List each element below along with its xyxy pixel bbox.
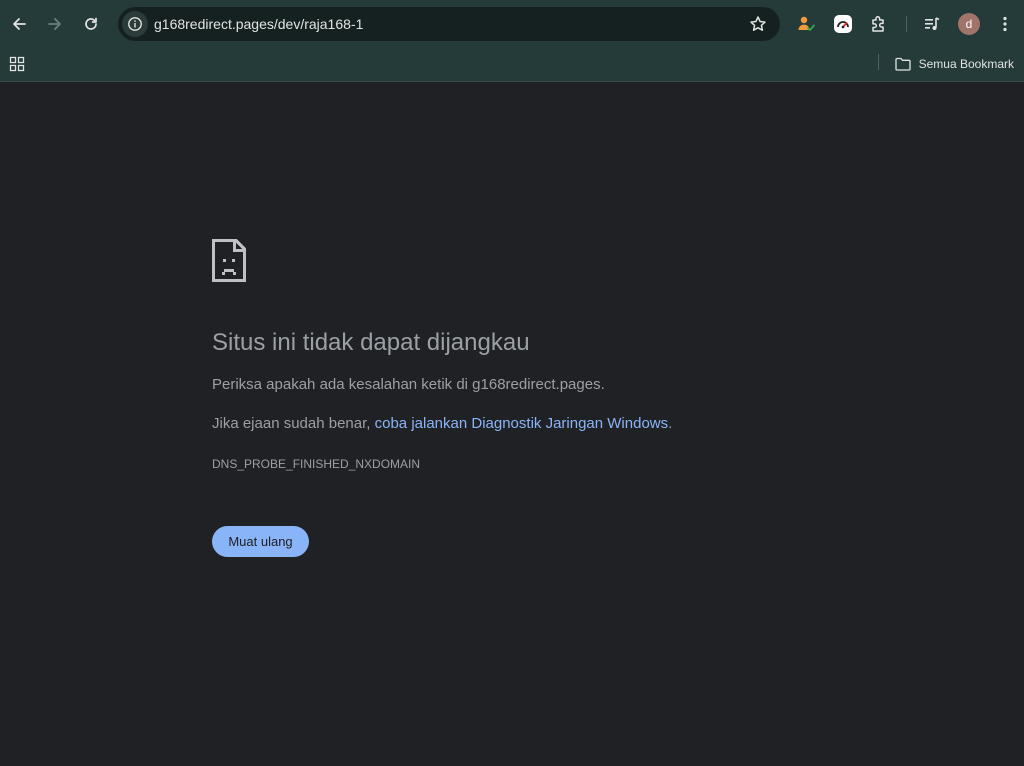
error-hint-suffix: . [668, 415, 673, 432]
all-bookmarks-button[interactable]: Semua Bookmark [894, 52, 1014, 76]
address-bar[interactable]: g168redirect.pages/dev/raja168-1 [118, 7, 780, 41]
person-check-icon [798, 16, 815, 31]
all-bookmarks-label: Semua Bookmark [918, 57, 1014, 71]
kebab-vertical-icon [1003, 16, 1007, 32]
sad-document-icon [212, 239, 246, 282]
star-icon [750, 16, 766, 31]
error-code: DNS_PROBE_FINISHED_NXDOMAIN [212, 457, 421, 471]
refresh-icon [85, 17, 97, 30]
profile-avatar[interactable]: d [958, 13, 980, 35]
bookmark-bar-divider [878, 54, 879, 70]
browser-toolbar: g168redirect.pages/dev/raja168-1 d [0, 0, 1024, 48]
grid-apps-icon [9, 56, 25, 72]
bookmark-star-button[interactable] [748, 14, 768, 34]
browser-menu-button[interactable] [993, 12, 1017, 36]
forward-button[interactable] [39, 8, 71, 40]
speed-gauge-icon [834, 15, 852, 33]
toolbar-divider [906, 16, 907, 32]
media-controls-button[interactable] [920, 12, 944, 36]
error-page: Situs ini tidak dapat dijangkau Periksa … [0, 82, 1024, 766]
site-info-button[interactable] [122, 11, 148, 37]
error-title: Situs ini tidak dapat dijangkau [212, 329, 530, 356]
bookmark-bar: Semua Bookmark [0, 48, 1024, 82]
url-text[interactable]: g168redirect.pages/dev/raja168-1 [154, 16, 363, 32]
extension-gauge-button[interactable] [831, 12, 855, 36]
network-diagnostics-link[interactable]: coba jalankan Diagnostik Jaringan Window… [375, 415, 669, 432]
apps-button[interactable] [6, 52, 28, 76]
extensions-button[interactable] [867, 12, 891, 36]
folder-icon [894, 57, 911, 71]
back-button[interactable] [3, 8, 35, 40]
error-check-text: Periksa apakah ada kesalahan ketik di g1… [212, 376, 605, 393]
arrow-left-icon [13, 18, 26, 30]
reload-page-button[interactable]: Muat ulang [212, 526, 309, 557]
media-queue-icon [925, 17, 940, 30]
arrow-right-icon [48, 18, 61, 30]
reload-button[interactable] [75, 8, 107, 40]
puzzle-piece-icon [872, 15, 884, 32]
extension-person-button[interactable] [794, 12, 818, 36]
info-circle-icon [128, 17, 142, 31]
error-hint: Jika ejaan sudah benar, coba jalankan Di… [212, 415, 672, 432]
error-hint-prefix: Jika ejaan sudah benar, [212, 415, 375, 432]
